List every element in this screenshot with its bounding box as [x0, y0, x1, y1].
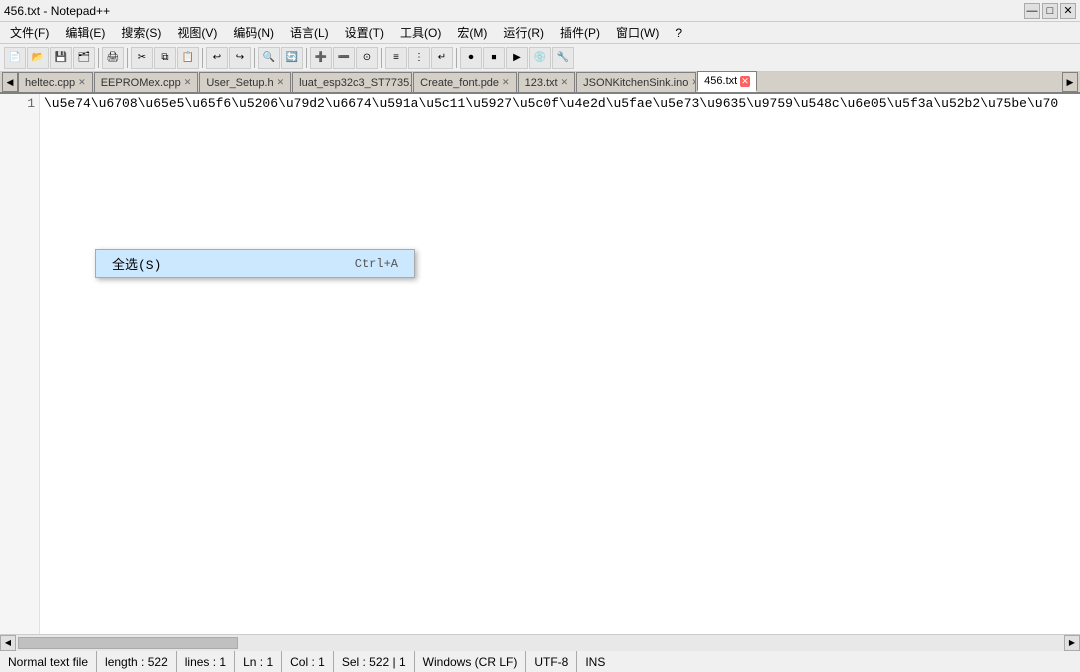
zoom-in-button[interactable]: ➕ — [310, 47, 332, 69]
editor-content[interactable]: \u5e74\u6708\u65e5\u65f6\u5206\u79d2\u66… — [40, 94, 1080, 634]
status-bar: Normal text file length : 522 lines : 1 … — [0, 650, 1080, 672]
run-button[interactable]: 🔧 — [552, 47, 574, 69]
tab-close-1[interactable]: ✕ — [184, 77, 192, 88]
ctx-select-all[interactable]: 全选(S) Ctrl+A — [96, 250, 414, 277]
sep3 — [202, 48, 203, 68]
context-menu: 全选(S) Ctrl+A — [95, 249, 415, 278]
ctx-select-all-shortcut: Ctrl+A — [355, 257, 398, 271]
macro-stop-button[interactable]: ⏹ — [483, 47, 505, 69]
ctx-select-all-label: 全选(S) — [112, 254, 161, 273]
sep1 — [98, 48, 99, 68]
undo-button[interactable]: ↩ — [206, 47, 228, 69]
scroll-track[interactable] — [16, 635, 1064, 651]
macro-play-button[interactable]: ▶ — [506, 47, 528, 69]
status-charset: UTF-8 — [526, 651, 577, 672]
paste-button[interactable]: 📋 — [177, 47, 199, 69]
minimize-button[interactable]: — — [1024, 3, 1040, 19]
tab-close-2[interactable]: ✕ — [277, 77, 285, 88]
status-ln: Ln : 1 — [235, 651, 282, 672]
menu-bar: 文件(F)编辑(E)搜索(S)视图(V)编码(N)语言(L)设置(T)工具(O)… — [0, 22, 1080, 44]
replace-button[interactable]: 🔄 — [281, 47, 303, 69]
sync-h-button[interactable]: ⋮ — [408, 47, 430, 69]
h-scrollbar: ◀ ▶ — [0, 634, 1080, 650]
maximize-button[interactable]: □ — [1042, 3, 1058, 19]
sync-v-button[interactable]: ≡ — [385, 47, 407, 69]
tab-5[interactable]: 123.txt✕ — [518, 72, 576, 92]
editor-container: 1 \u5e74\u6708\u65e5\u65f6\u5206\u79d2\u… — [0, 94, 1080, 634]
status-col: Col : 1 — [282, 651, 334, 672]
menu-item-e[interactable]: 编辑(E) — [57, 22, 113, 43]
print-button[interactable]: 🖨 — [102, 47, 124, 69]
word-wrap-button[interactable]: ↵ — [431, 47, 453, 69]
status-length: length : 522 — [97, 651, 177, 672]
close-button[interactable]: ✕ — [1060, 3, 1076, 19]
tab-close-5[interactable]: ✕ — [561, 77, 569, 88]
sep6 — [381, 48, 382, 68]
tab-0[interactable]: heltec.cpp✕ — [18, 72, 93, 92]
menu-item-t[interactable]: 设置(T) — [337, 22, 392, 43]
title-controls: — □ ✕ — [1024, 3, 1076, 19]
tab-3[interactable]: luat_esp32c3_ST7735.h✕ — [292, 72, 412, 92]
macro-record-button[interactable]: ⏺ — [460, 47, 482, 69]
tab-bar: ◀heltec.cpp✕EEPROMex.cpp✕User_Setup.h✕lu… — [0, 72, 1080, 94]
status-encoding: Windows (CR LF) — [415, 651, 527, 672]
tab-7[interactable]: 456.txt✕ — [697, 71, 757, 92]
line-numbers: 1 — [0, 94, 40, 634]
sep2 — [127, 48, 128, 68]
status-sel: Sel : 522 | 1 — [334, 651, 415, 672]
tab-scroll-left[interactable]: ◀ — [2, 72, 18, 92]
menu-item-l[interactable]: 语言(L) — [282, 22, 337, 43]
macro-save-button[interactable]: 💿 — [529, 47, 551, 69]
tab-2[interactable]: User_Setup.h✕ — [199, 72, 291, 92]
tab-close-7[interactable]: ✕ — [740, 76, 750, 87]
menu-item-r[interactable]: 运行(R) — [495, 22, 552, 43]
save-all-button[interactable]: 🗂 — [73, 47, 95, 69]
line-number-1: 1 — [4, 96, 35, 111]
open-button[interactable]: 📂 — [27, 47, 49, 69]
menu-item-[interactable]: ? — [667, 24, 690, 42]
menu-item-f[interactable]: 文件(F) — [2, 22, 57, 43]
status-lines: lines : 1 — [177, 651, 235, 672]
tab-close-6[interactable]: ✕ — [691, 77, 696, 88]
menu-item-v[interactable]: 视图(V) — [169, 22, 225, 43]
new-button[interactable]: 📄 — [4, 47, 26, 69]
sep4 — [254, 48, 255, 68]
menu-item-o[interactable]: 工具(O) — [392, 22, 449, 43]
scroll-right-button[interactable]: ▶ — [1064, 635, 1080, 651]
redo-button[interactable]: ↪ — [229, 47, 251, 69]
scroll-left-button[interactable]: ◀ — [0, 635, 16, 651]
menu-item-s[interactable]: 搜索(S) — [113, 22, 169, 43]
menu-item-m[interactable]: 宏(M) — [449, 22, 495, 43]
restore-zoom-button[interactable]: ⊙ — [356, 47, 378, 69]
tab-close-4[interactable]: ✕ — [502, 77, 510, 88]
tab-1[interactable]: EEPROMex.cpp✕ — [94, 72, 199, 92]
tab-close-0[interactable]: ✕ — [78, 77, 86, 88]
save-button[interactable]: 💾 — [50, 47, 72, 69]
tab-scroll-right[interactable]: ▶ — [1062, 72, 1078, 92]
tab-scroll-right-area: ▶ — [1062, 72, 1078, 92]
menu-item-p[interactable]: 插件(P) — [552, 22, 608, 43]
status-file-type: Normal text file — [8, 651, 97, 672]
tab-6[interactable]: JSONKitchenSink.ino✕ — [576, 72, 696, 92]
menu-item-n[interactable]: 编码(N) — [225, 22, 282, 43]
menu-item-w[interactable]: 窗口(W) — [608, 22, 667, 43]
scroll-thumb[interactable] — [18, 637, 238, 649]
find-button[interactable]: 🔍 — [258, 47, 280, 69]
sep5 — [306, 48, 307, 68]
title-bar: 456.txt - Notepad++ — □ ✕ — [0, 0, 1080, 22]
zoom-out-button[interactable]: ➖ — [333, 47, 355, 69]
copy-button[interactable]: ⧉ — [154, 47, 176, 69]
editor-line-1: \u5e74\u6708\u65e5\u65f6\u5206\u79d2\u66… — [44, 96, 1076, 111]
title-text: 456.txt - Notepad++ — [4, 4, 110, 18]
cut-button[interactable]: ✂ — [131, 47, 153, 69]
tab-4[interactable]: Create_font.pde✕ — [413, 72, 516, 92]
sep7 — [456, 48, 457, 68]
status-ins: INS — [577, 651, 613, 672]
toolbar: 📄 📂 💾 🗂 🖨 ✂ ⧉ 📋 ↩ ↪ 🔍 🔄 ➕ ➖ ⊙ ≡ ⋮ ↵ ⏺ ⏹ … — [0, 44, 1080, 72]
